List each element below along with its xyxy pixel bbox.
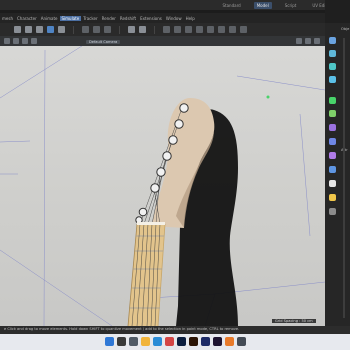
media-icon[interactable] [165,337,174,346]
light-icon[interactable] [329,194,336,201]
main-toolbar [0,23,325,36]
nurbs-icon[interactable] [329,110,336,117]
layout-tab-standard[interactable]: Standard [219,2,243,9]
menu-animate[interactable]: Animate [39,16,60,21]
menu-simulate[interactable]: Simulate [59,15,82,21]
objects-panel-label[interactable]: Obje [341,27,349,31]
menu-bar: mesh Character Animate Simulate Tracker … [0,13,350,23]
camera-icon[interactable] [329,180,336,187]
spline-icon[interactable] [329,97,336,104]
viewport-scene [0,43,325,326]
status-bar-text: e Click and drag to move elements. Hold … [4,327,240,331]
camera-menu-button[interactable] [13,38,19,44]
menu-redshift[interactable]: Redshift [118,16,138,21]
view-menu-button[interactable] [4,38,10,44]
display-menu-button[interactable] [22,38,28,44]
guitar-nut [137,222,165,225]
camera-icon[interactable] [229,26,236,33]
cube-icon[interactable] [163,26,170,33]
pen-icon[interactable] [174,26,181,33]
menu-render[interactable]: Render [100,16,118,21]
browser-icon[interactable] [153,337,162,346]
menu-help[interactable]: Help [184,16,197,21]
menu-extensions[interactable]: Extensions [138,16,164,21]
effector-icon[interactable] [329,152,336,159]
axis-x-icon[interactable] [82,26,89,33]
app-extra-icon[interactable] [237,337,246,346]
axis-y-icon[interactable] [93,26,100,33]
light-icon[interactable] [240,26,247,33]
windows-start-icon[interactable] [105,337,114,346]
toolbar-divider [119,25,120,34]
layout-tab-script[interactable]: Script [282,2,300,9]
layout-tab-model[interactable]: Model [253,1,272,9]
blender-icon[interactable] [225,337,234,346]
scale-icon[interactable] [25,26,32,33]
transform-icon[interactable] [58,26,65,33]
right-dock-scrollbar[interactable] [343,38,345,318]
file-explorer-icon[interactable] [141,337,150,346]
grid-spacing-readout: Grid Spacing : 50 cm [272,319,316,323]
viewport-nav-button[interactable] [296,38,302,44]
scene-icon[interactable] [329,166,336,173]
camera-label[interactable]: Default Camera [86,40,121,44]
os-taskbar [0,334,350,350]
mograph-icon[interactable] [329,138,336,145]
illustrator-icon[interactable] [189,337,198,346]
photoshop-icon[interactable] [177,337,186,346]
toolbar-divider [154,25,155,34]
pen-icon[interactable] [329,208,336,215]
null-icon[interactable] [329,50,336,57]
menu-tracker[interactable]: Tracker [81,16,99,21]
search-icon[interactable] [117,337,126,346]
deformer-icon[interactable] [329,124,336,131]
toolbar-divider [73,25,74,34]
live-select-icon[interactable] [47,26,54,33]
task-view-icon[interactable] [129,337,138,346]
3d-viewport[interactable] [0,36,325,326]
sphere-icon[interactable] [329,63,336,70]
render-settings-icon[interactable] [139,26,146,33]
green-marker [266,95,270,99]
options-menu-button[interactable] [31,38,37,44]
axis-z-icon[interactable] [104,26,111,33]
layout-tabs: Standard Model Script UV Edit [219,0,330,10]
menu-mesh[interactable]: mesh [0,16,15,21]
viewport-layout-button[interactable] [314,38,320,44]
viewport-header [0,36,325,46]
field-icon[interactable] [207,26,214,33]
text-icon[interactable] [329,76,336,83]
deformer-icon[interactable] [196,26,203,33]
after-effects-icon[interactable] [213,337,222,346]
render-view-icon[interactable] [128,26,135,33]
object-icon[interactable] [329,37,336,44]
rotate-icon[interactable] [36,26,43,33]
move-icon[interactable] [14,26,21,33]
generator-icon[interactable] [185,26,192,33]
menu-window[interactable]: Window [164,16,184,21]
cinema4d-icon[interactable] [201,337,210,346]
viewport-zoom-button[interactable] [305,38,311,44]
menu-character[interactable]: Character [15,16,39,21]
right-dock-header [325,0,350,23]
scene-icon[interactable] [218,26,225,33]
